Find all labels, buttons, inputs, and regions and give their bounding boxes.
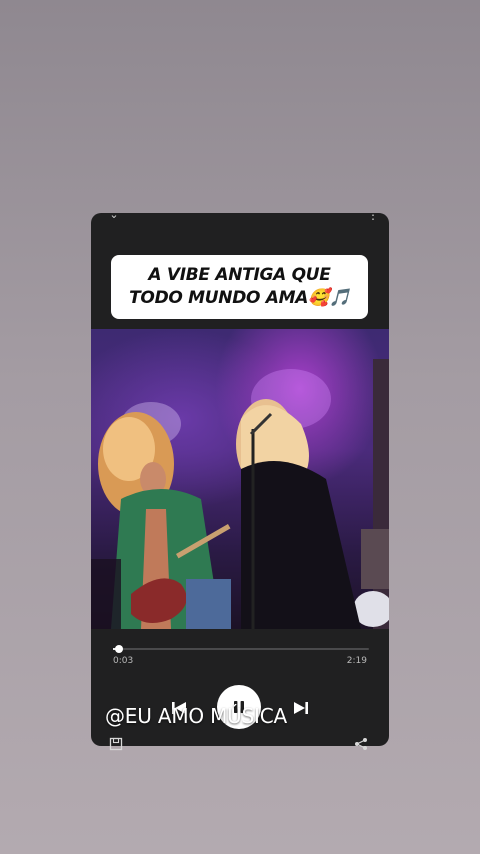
video-frame[interactable]	[91, 329, 389, 629]
current-time: 0:03	[113, 656, 134, 666]
total-time: 2:19	[346, 656, 367, 666]
playback-controls: 0:03 2:19	[91, 629, 389, 746]
more-vertical-icon[interactable]: ⋮	[367, 213, 379, 221]
watermark-handle: @EU AMO MÚSICA	[105, 704, 288, 728]
progress-bar[interactable]	[113, 645, 369, 653]
concert-scene-image	[91, 359, 389, 629]
chevron-down-icon[interactable]: ⌄	[107, 213, 121, 221]
share-icon[interactable]	[354, 737, 368, 751]
progress-handle[interactable]	[114, 645, 123, 653]
save-icon[interactable]	[109, 737, 123, 751]
caption-text: A VIBE ANTIGA QUE TODO MUNDO AMA🥰🎵	[129, 265, 350, 308]
skip-next-icon	[294, 702, 308, 714]
next-button[interactable]	[292, 699, 310, 717]
music-player-card: ⌄ ⋮ A VIBE ANTIGA QUE TODO MUNDO AMA🥰🎵 0…	[91, 213, 389, 746]
story-caption: A VIBE ANTIGA QUE TODO MUNDO AMA🥰🎵	[111, 255, 368, 319]
